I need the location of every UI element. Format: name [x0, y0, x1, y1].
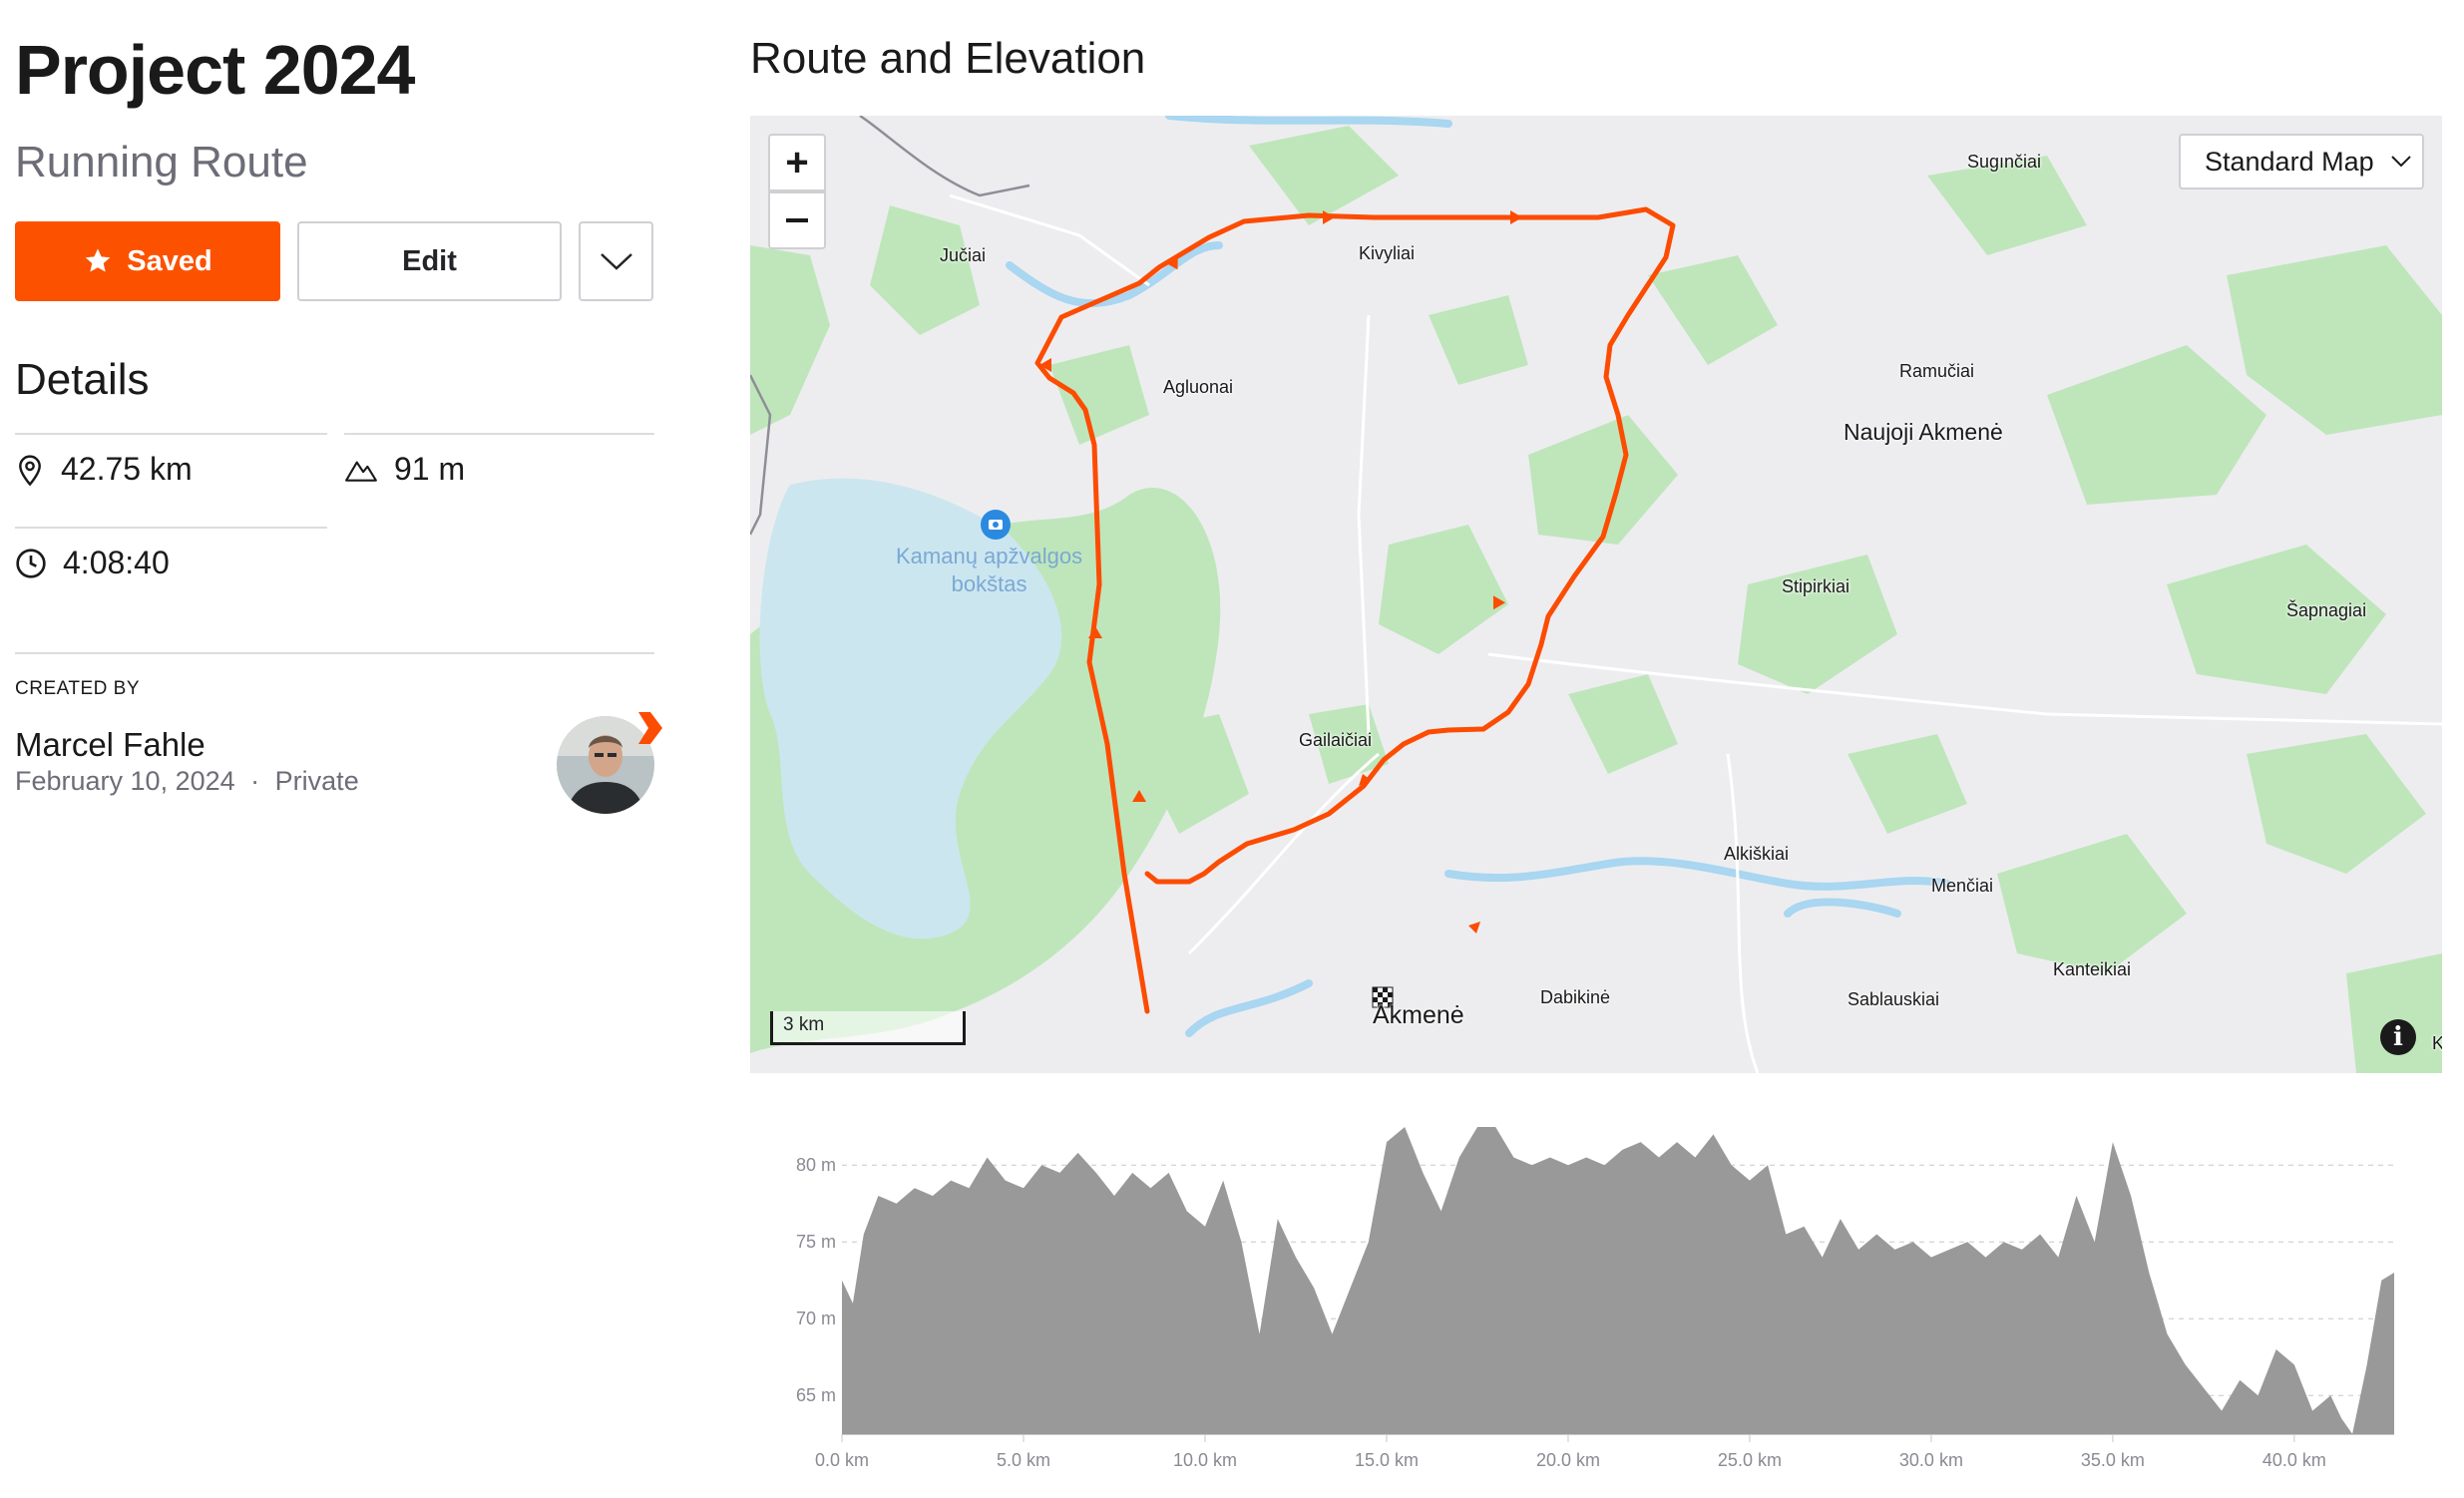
- info-icon[interactable]: i: [2380, 1019, 2416, 1055]
- place-label: K: [2432, 1033, 2442, 1053]
- place-label: Kivyliai: [1359, 243, 1416, 263]
- elevation-gain-value: 91 m: [394, 451, 466, 487]
- map-style-select[interactable]: Standard Map: [2179, 134, 2424, 189]
- x-tick-label: 30.0 km: [1899, 1450, 1963, 1470]
- section-title: Route and Elevation: [750, 34, 1146, 83]
- map-style-label: Standard Map: [2205, 146, 2374, 177]
- distance-stat: 42.75 km: [15, 451, 193, 488]
- place-label: Sablauskiai: [1848, 989, 1940, 1009]
- chevron-down-icon: [2390, 156, 2411, 168]
- place-label: Sugınčiai: [1967, 152, 2042, 172]
- saved-button[interactable]: Saved: [15, 221, 280, 301]
- zoom-in-button[interactable]: +: [768, 134, 826, 191]
- elevation-area[interactable]: [842, 1127, 2394, 1434]
- place-label: Šapnagiai: [2286, 600, 2367, 620]
- camera-icon[interactable]: [981, 510, 1011, 540]
- divider: [15, 433, 327, 435]
- y-tick-label: 70 m: [796, 1309, 836, 1328]
- x-tick-label: 40.0 km: [2262, 1450, 2326, 1470]
- poi-label-line: Kamanų apžvalgos: [896, 544, 1083, 568]
- place-label: Alkiškiai: [1724, 844, 1790, 864]
- place-label: Gailaičiai: [1299, 730, 1373, 750]
- divider: [15, 652, 654, 654]
- place-label: Kanteikiai: [2053, 959, 2132, 979]
- place-label: Jučiai: [940, 245, 987, 265]
- x-tick-label: 20.0 km: [1536, 1450, 1600, 1470]
- created-by-label: CREATED BY: [15, 678, 141, 699]
- clock-icon: [16, 548, 46, 578]
- place-label: Dabikinė: [1540, 987, 1611, 1007]
- place-label: Stipirkiai: [1782, 576, 1850, 596]
- elevation-x-axis: 0.0 km 5.0 km 10.0 km 15.0 km 20.0 km 25.0 km…: [815, 1434, 2326, 1470]
- duration-stat: 4:08:40: [15, 545, 170, 581]
- place-label: Akmenė: [1373, 1001, 1464, 1029]
- place-label: Agluonai: [1163, 377, 1234, 397]
- author-name[interactable]: Marcel Fahle: [15, 726, 205, 764]
- elevation-stat: 91 m: [344, 451, 465, 488]
- elevation-chart[interactable]: 80 m 75 m 70 m 65 m 0.0 km 5.0 km 10.0 km 15.0…: [750, 1087, 2442, 1486]
- subscriber-badge-icon: [638, 712, 662, 744]
- elevation-area-layer: [842, 1127, 2394, 1434]
- y-tick-label: 75 m: [796, 1232, 836, 1252]
- mountain-icon: [345, 461, 377, 482]
- place-label: Naujoji Akmenė: [1844, 419, 2003, 445]
- minus-icon: [786, 218, 808, 222]
- x-tick-label: 15.0 km: [1355, 1450, 1419, 1470]
- visibility-label: Private: [274, 766, 359, 796]
- location-pin-icon: [19, 454, 41, 486]
- divider: [344, 433, 654, 435]
- place-label: Ramučiai: [1899, 361, 1975, 381]
- created-date: February 10, 2024: [15, 766, 235, 796]
- route-title: Project 2024: [15, 31, 415, 109]
- zoom-out-button[interactable]: [768, 191, 826, 249]
- x-tick-label: 35.0 km: [2081, 1450, 2145, 1470]
- route-map[interactable]: + Standard Map Jučiai Kivyliai Sugınčiai…: [750, 116, 2442, 1073]
- y-tick-label: 65 m: [796, 1385, 836, 1405]
- route-type: Running Route: [15, 138, 308, 187]
- edit-button-label: Edit: [402, 244, 457, 277]
- star-icon: [86, 248, 111, 272]
- details-heading: Details: [15, 355, 150, 404]
- x-tick-label: 0.0 km: [815, 1450, 869, 1470]
- place-label: Menčiai: [1931, 876, 1994, 896]
- x-tick-label: 5.0 km: [997, 1450, 1050, 1470]
- distance-value: 42.75 km: [61, 451, 193, 487]
- saved-button-label: Saved: [127, 244, 212, 277]
- meta-separator: ·: [250, 766, 260, 796]
- x-tick-label: 25.0 km: [1718, 1450, 1782, 1470]
- chevron-down-icon: [600, 253, 632, 270]
- more-actions-button[interactable]: [579, 221, 653, 301]
- edit-button[interactable]: Edit: [297, 221, 562, 301]
- divider: [15, 527, 327, 529]
- x-tick-label: 10.0 km: [1173, 1450, 1237, 1470]
- duration-value: 4:08:40: [63, 545, 170, 580]
- poi-label-line: bokštas: [951, 571, 1027, 596]
- route-meta: February 10, 2024 · Private: [15, 766, 359, 797]
- elevation-y-axis: 80 m 75 m 70 m 65 m: [796, 1155, 836, 1405]
- map-scale: 3 km: [770, 1011, 966, 1045]
- y-tick-label: 80 m: [796, 1155, 836, 1175]
- poi-label[interactable]: Kamanų apžvalgos bokštas: [896, 543, 1082, 598]
